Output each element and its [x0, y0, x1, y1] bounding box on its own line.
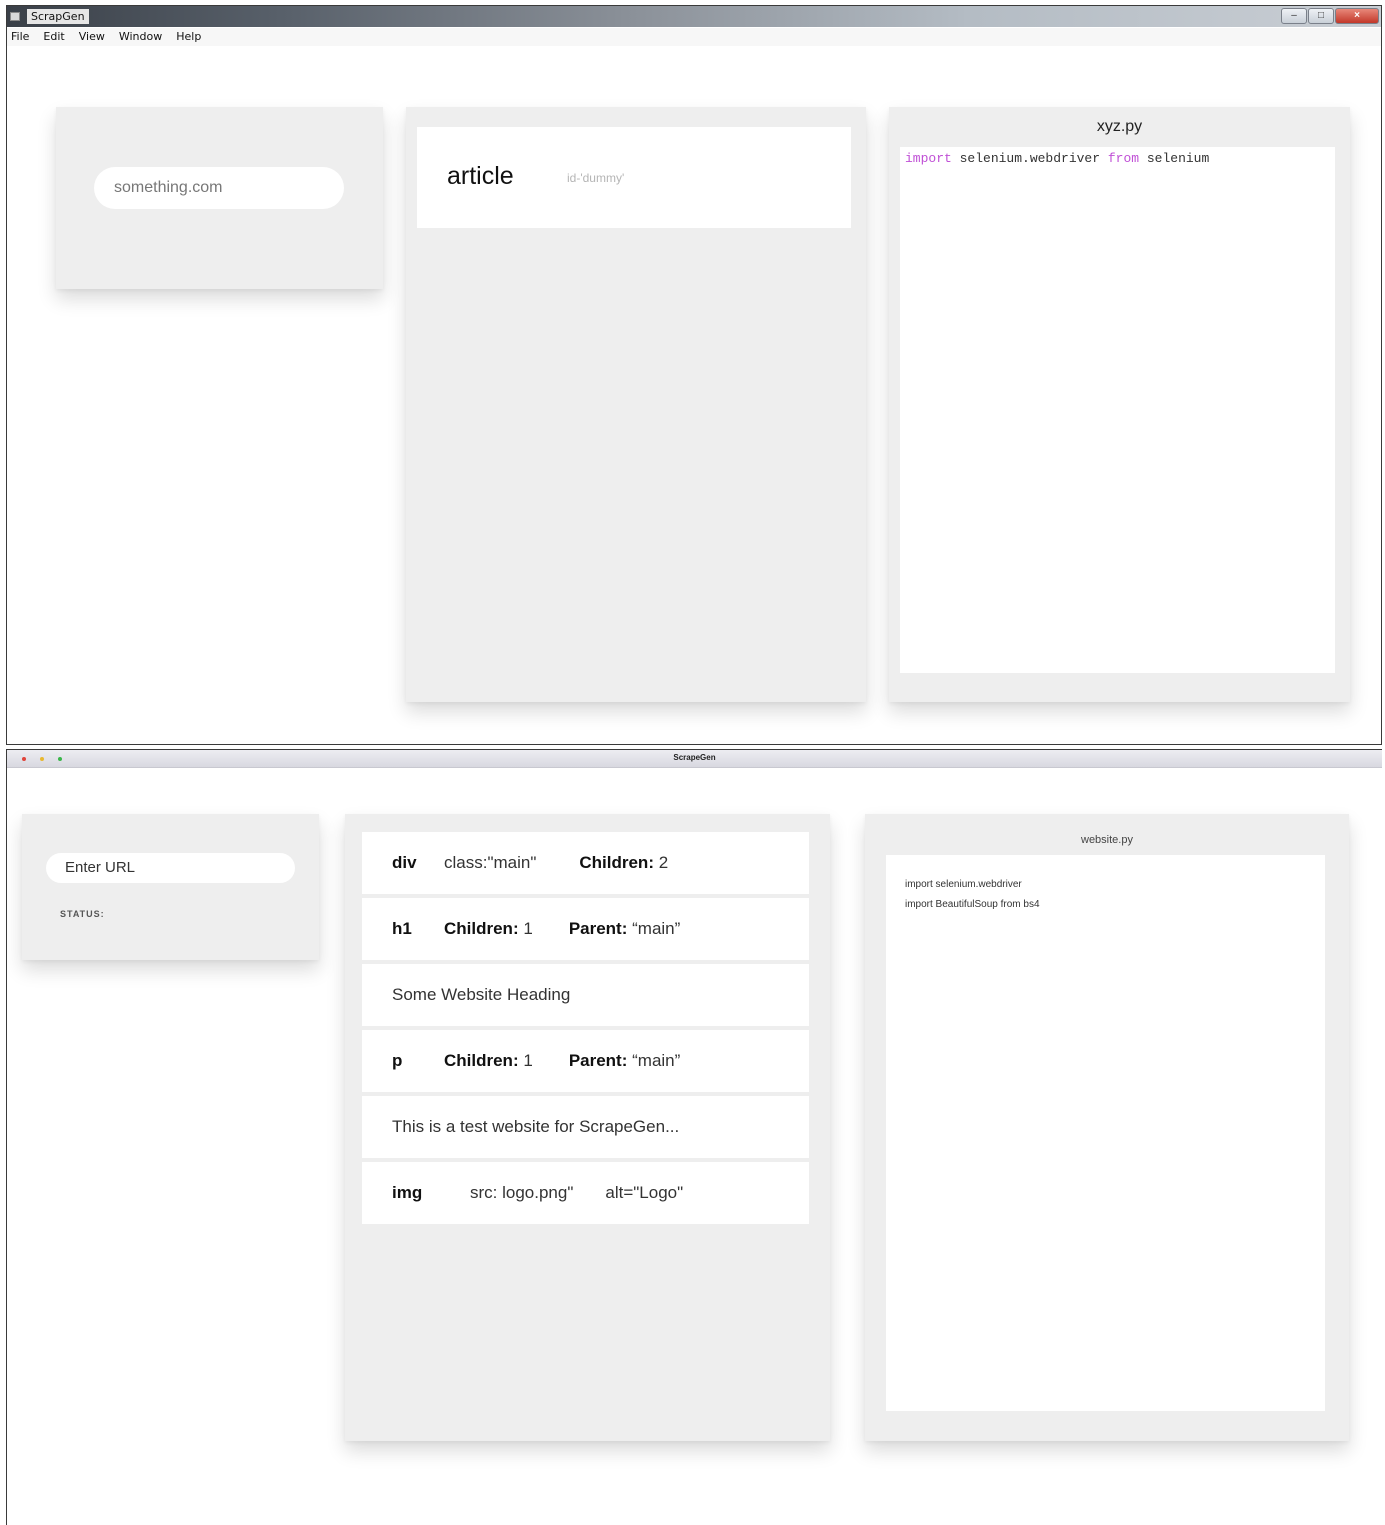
node-tag: p — [392, 1051, 403, 1070]
menu-bar: File Edit View Window Help — [7, 28, 1381, 46]
node-row-text[interactable]: This is a test website for ScrapeGen... — [362, 1096, 809, 1158]
element-panel: article id-'dummy' — [406, 107, 866, 702]
title-bar[interactable]: ScrapeGen — [7, 750, 1382, 768]
status-label: STATUS: — [60, 909, 105, 919]
code-keyword: from — [1107, 151, 1140, 166]
window-title: ScrapGen — [27, 9, 89, 24]
node-value: 2 — [658, 853, 669, 872]
screenshot-root: ScrapGen – □ × File Edit View Window Hel… — [0, 0, 1385, 1525]
title-bar[interactable]: ScrapGen – □ × — [7, 6, 1381, 27]
element-tree-panel: div class:"main" Children: 2 h1 Children… — [345, 814, 830, 1441]
menu-edit[interactable]: Edit — [43, 28, 64, 46]
scrapegen-window-mac: ScrapeGen Enter URL STATUS: div class:"m… — [6, 749, 1382, 1525]
node-text: Some Website Heading — [392, 985, 571, 1004]
node-label: Parent: — [568, 1051, 628, 1070]
menu-view[interactable]: View — [79, 28, 105, 46]
code-text: selenium.webdriver — [951, 151, 1108, 166]
node-label: Children: — [579, 853, 654, 872]
window-title: ScrapeGen — [673, 753, 716, 762]
menu-window[interactable]: Window — [119, 28, 162, 46]
element-tag: article — [447, 162, 514, 190]
code-panel: website.py import selenium.webdriver imp… — [865, 814, 1349, 1441]
node-attr: src: logo.png" — [470, 1183, 574, 1202]
url-panel: something.com — [56, 107, 383, 289]
node-attr: class:"main" — [444, 853, 537, 872]
node-value: “main” — [632, 1051, 681, 1070]
code-editor[interactable]: import selenium.webdriver from selenium — [900, 147, 1335, 673]
code-text: selenium — [1139, 151, 1210, 166]
code-editor[interactable]: import selenium.webdriver import Beautif… — [886, 855, 1325, 1411]
code-line: import BeautifulSoup from bs4 — [905, 899, 1040, 910]
close-button[interactable]: × — [1335, 8, 1379, 24]
node-tag: img — [392, 1183, 423, 1202]
maximize-button[interactable]: □ — [1308, 8, 1334, 24]
node-label: Children: — [444, 1051, 519, 1070]
scrapgen-window-windows: ScrapGen – □ × File Edit View Window Hel… — [6, 5, 1382, 745]
node-row-text[interactable]: Some Website Heading — [362, 964, 809, 1026]
url-input[interactable]: something.com — [94, 167, 344, 209]
node-tag: h1 — [392, 919, 412, 938]
node-label: Parent: — [568, 919, 628, 938]
editor-filename: xyz.py — [1096, 118, 1143, 135]
code-keyword: import — [905, 151, 952, 166]
app-icon — [10, 12, 20, 21]
node-value: “main” — [632, 919, 681, 938]
minimize-button[interactable]: – — [1281, 8, 1307, 24]
menu-file[interactable]: File — [11, 28, 29, 46]
code-panel: xyz.py import selenium.webdriver from se… — [889, 107, 1350, 702]
node-attr: alt="Logo" — [605, 1183, 684, 1202]
node-label: Children: — [444, 919, 519, 938]
element-card[interactable]: article id-'dummy' — [417, 127, 851, 228]
node-text: This is a test website for ScrapeGen... — [392, 1117, 680, 1136]
menu-help[interactable]: Help — [176, 28, 201, 46]
code-line: import selenium.webdriver — [905, 879, 1022, 890]
node-row-h1[interactable]: h1 Children: 1 Parent: “main” — [362, 898, 809, 960]
element-attribute: id-'dummy' — [567, 171, 625, 185]
node-list: div class:"main" Children: 2 h1 Children… — [362, 832, 809, 1228]
editor-filename: website.py — [1081, 834, 1133, 846]
node-value: 1 — [523, 919, 533, 938]
node-row-div[interactable]: div class:"main" Children: 2 — [362, 832, 809, 894]
node-value: 1 — [523, 1051, 533, 1070]
node-row-p[interactable]: p Children: 1 Parent: “main” — [362, 1030, 809, 1092]
node-tag: div — [392, 853, 417, 872]
url-panel: Enter URL STATUS: — [22, 814, 319, 960]
window-controls: – □ × — [1281, 8, 1379, 24]
node-row-img[interactable]: img src: logo.png" alt="Logo" — [362, 1162, 809, 1224]
url-input[interactable]: Enter URL — [46, 853, 295, 883]
